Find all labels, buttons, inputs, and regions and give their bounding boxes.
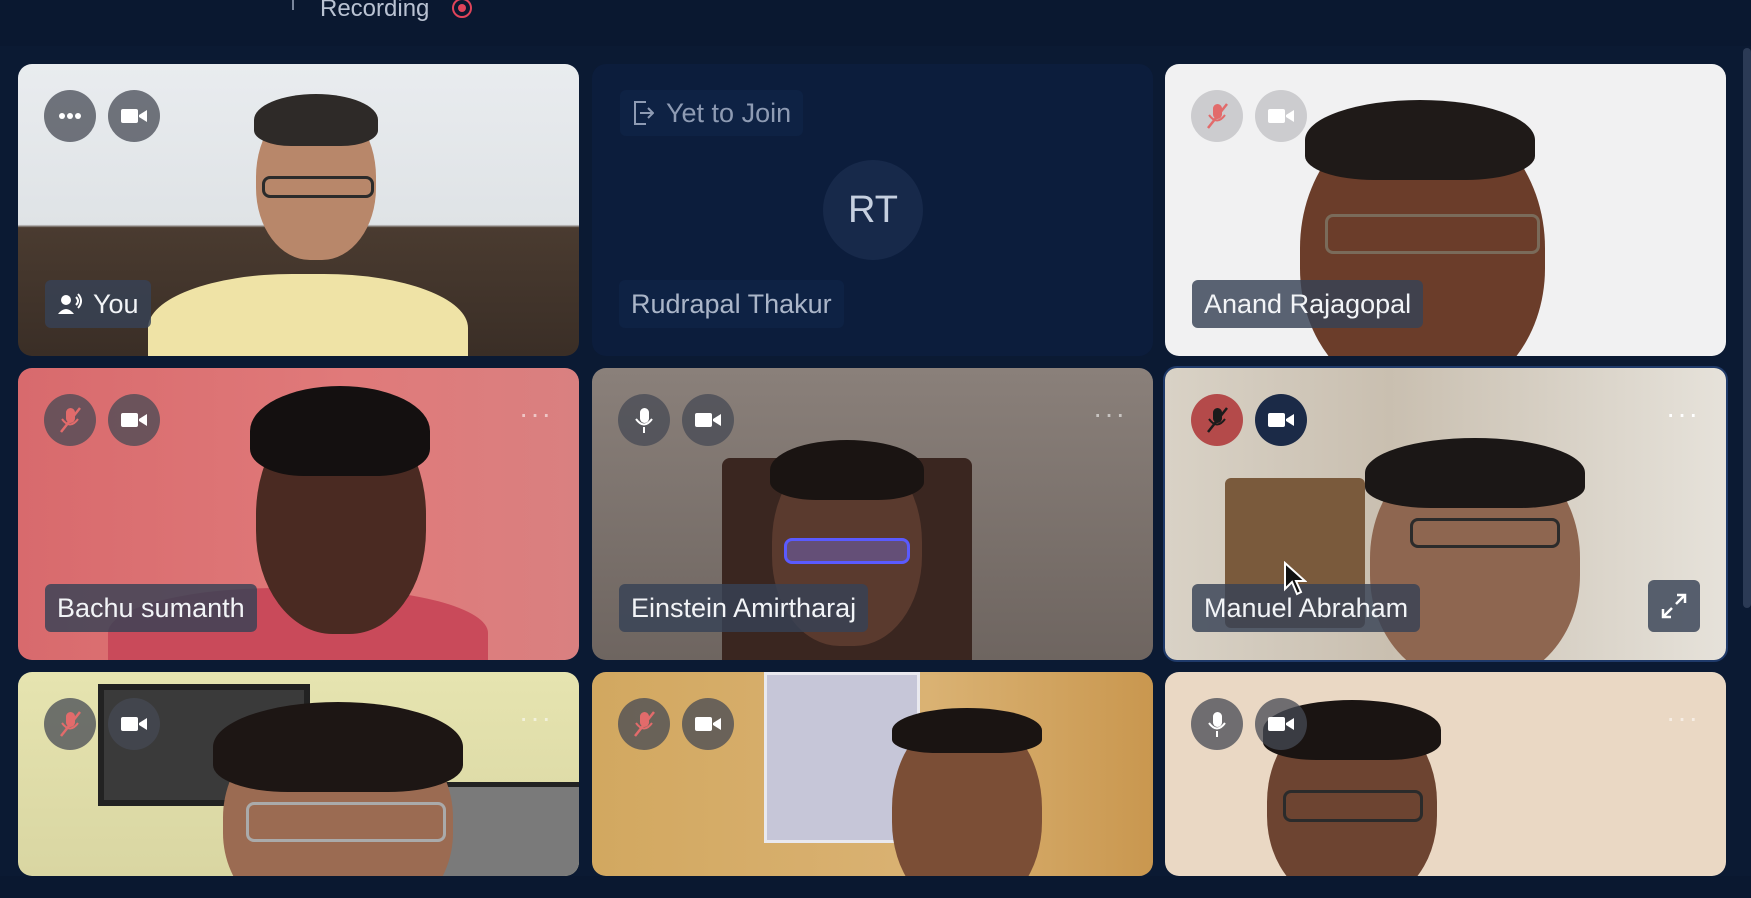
camera-button[interactable] [108, 90, 160, 142]
camera-button[interactable] [1255, 394, 1307, 446]
grid-scrollbar[interactable] [1743, 48, 1751, 608]
camera-icon [695, 413, 721, 427]
video-tile-participant-8[interactable] [592, 672, 1153, 876]
video-tile-participant-7[interactable]: ··· [18, 672, 579, 876]
recording-dot-icon [452, 0, 472, 18]
participant-name-badge: You [45, 280, 151, 328]
video-tile-rudrapal-thakur[interactable]: Yet to Join RT Rudrapal Thakur [592, 64, 1153, 356]
mic-icon [1208, 712, 1226, 737]
video-tile-anand-rajagopal[interactable]: Anand Rajagopal [1165, 64, 1726, 356]
more-options-icon [59, 113, 81, 119]
more-options-button[interactable] [44, 90, 96, 142]
mic-toggle-button[interactable] [1191, 394, 1243, 446]
person-glasses [1325, 214, 1540, 254]
video-tile-manuel-abraham[interactable]: ··· Manuel Abraham [1163, 366, 1728, 662]
topbar-divider [292, 0, 294, 10]
person-glasses [784, 538, 910, 564]
camera-button[interactable] [108, 698, 160, 750]
more-options-icon[interactable]: ··· [1666, 702, 1700, 734]
mic-toggle-button[interactable] [618, 698, 670, 750]
mic-icon [635, 408, 653, 433]
mic-off-icon [1207, 407, 1228, 433]
yet-to-join-status: Yet to Join [620, 90, 804, 136]
participant-name: You [93, 289, 139, 319]
recording-label: Recording [320, 0, 430, 22]
mic-toggle-button[interactable] [1191, 698, 1243, 750]
participant-name: Anand Rajagopal [1204, 289, 1412, 319]
mic-off-icon [60, 407, 81, 433]
participant-name-badge: Einstein Amirtharaj [619, 584, 869, 632]
video-feed [1165, 672, 1726, 876]
camera-icon [1268, 413, 1294, 427]
camera-icon [121, 413, 147, 427]
mic-toggle-button[interactable] [618, 394, 670, 446]
mic-toggle-button[interactable] [44, 394, 96, 446]
person-hair [1305, 100, 1535, 180]
person-hair [892, 708, 1042, 753]
top-bar: Recording [0, 0, 1751, 46]
person-hair [213, 702, 463, 792]
camera-icon [121, 109, 147, 123]
participant-name: Rudrapal Thakur [619, 280, 844, 328]
yet-to-join-label: Yet to Join [666, 98, 792, 128]
bottom-toolbar [0, 876, 1751, 898]
camera-button[interactable] [682, 698, 734, 750]
more-options-icon[interactable]: ··· [519, 702, 553, 734]
expand-button[interactable] [1648, 580, 1700, 632]
more-options-icon[interactable]: ··· [1666, 398, 1700, 430]
camera-icon [121, 717, 147, 731]
person-glasses [262, 176, 374, 198]
speaking-icon [58, 293, 82, 314]
person-hair [1365, 438, 1585, 508]
camera-icon [1268, 717, 1294, 731]
camera-icon [695, 717, 721, 731]
video-tile-you[interactable]: You [18, 64, 579, 356]
person-glasses [1283, 790, 1423, 822]
participant-name: Einstein Amirtharaj [631, 593, 857, 623]
mouse-cursor-icon [1284, 561, 1307, 596]
more-options-icon[interactable]: ··· [1093, 398, 1127, 430]
mic-toggle-button[interactable] [44, 698, 96, 750]
camera-button[interactable] [1255, 698, 1307, 750]
participant-name-badge: Anand Rajagopal [1192, 280, 1424, 328]
person-hair [770, 440, 924, 500]
more-options-icon[interactable]: ··· [519, 398, 553, 430]
participant-name: Bachu sumanth [57, 593, 245, 623]
person-hair [254, 94, 378, 146]
person-hair [250, 386, 430, 476]
exit-icon [634, 101, 654, 125]
video-tile-bachu-sumanth[interactable]: ··· Bachu sumanth [18, 368, 579, 660]
camera-icon [1268, 109, 1294, 123]
avatar: RT [823, 160, 923, 260]
camera-button[interactable] [108, 394, 160, 446]
expand-icon [1661, 593, 1687, 619]
mic-off-icon [1207, 103, 1228, 129]
mic-off-icon [634, 711, 655, 737]
person-glasses [246, 802, 446, 842]
mic-toggle-button[interactable] [1191, 90, 1243, 142]
participant-name-badge: Bachu sumanth [45, 584, 257, 632]
person-glasses [1410, 518, 1560, 548]
camera-button[interactable] [1255, 90, 1307, 142]
camera-button[interactable] [682, 394, 734, 446]
video-tile-einstein-amirtharaj[interactable]: ··· Einstein Amirtharaj [592, 368, 1153, 660]
mic-off-icon [60, 711, 81, 737]
video-tile-participant-9[interactable]: ··· [1165, 672, 1726, 876]
